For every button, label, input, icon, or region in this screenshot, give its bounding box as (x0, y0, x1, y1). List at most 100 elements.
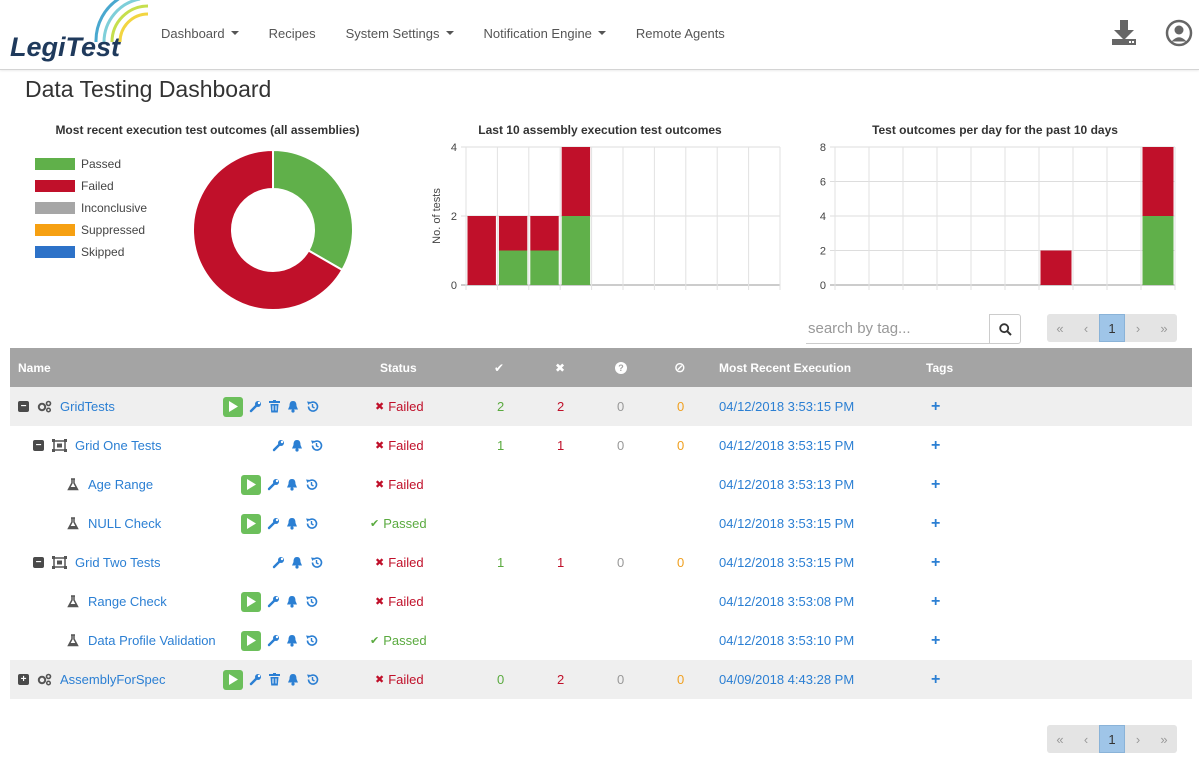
add-tag-icon[interactable]: + (931, 465, 940, 504)
collapse-icon[interactable]: − (18, 387, 29, 426)
bar-passed[interactable] (1142, 216, 1174, 285)
page-first[interactable]: « (1047, 725, 1073, 753)
history-icon[interactable] (305, 673, 319, 687)
page-prev[interactable]: ‹ (1073, 314, 1099, 342)
add-tag-icon[interactable]: + (931, 621, 940, 660)
bar-failed[interactable] (561, 147, 591, 216)
execution-date-link[interactable]: 04/12/2018 3:53:15 PM (719, 387, 854, 426)
execution-date-link[interactable]: 04/12/2018 3:53:15 PM (719, 426, 854, 465)
bar-failed[interactable] (1142, 147, 1174, 216)
page-next[interactable]: › (1125, 725, 1151, 753)
collapse-icon[interactable]: − (33, 426, 44, 465)
row-name-link[interactable]: Data Profile Validation (88, 621, 216, 660)
col-name[interactable]: Name (18, 348, 51, 387)
legend-item[interactable]: Skipped (35, 241, 147, 263)
download-icon[interactable] (1110, 18, 1138, 48)
col-failed-icon[interactable]: ✖ (555, 348, 565, 387)
execution-date-link[interactable]: 04/12/2018 3:53:15 PM (719, 504, 854, 543)
row-name-link[interactable]: Grid Two Tests (75, 543, 161, 582)
search-button[interactable] (989, 314, 1021, 344)
col-tags[interactable]: Tags (926, 348, 953, 387)
history-icon[interactable] (304, 634, 318, 648)
row-name-link[interactable]: Age Range (88, 465, 153, 504)
wrench-icon[interactable] (266, 634, 280, 648)
bell-icon[interactable] (286, 673, 300, 687)
add-tag-icon[interactable]: + (931, 660, 940, 699)
page-first[interactable]: « (1047, 314, 1073, 342)
add-tag-icon[interactable]: + (931, 582, 940, 621)
run-button[interactable] (241, 513, 261, 534)
bell-icon[interactable] (285, 634, 299, 648)
col-passed-icon[interactable]: ✔ (494, 348, 504, 387)
col-suppressed-icon[interactable]: ⊘ (674, 348, 686, 387)
legend-item[interactable]: Passed (35, 153, 147, 175)
history-icon[interactable] (304, 595, 318, 609)
wrench-icon[interactable] (271, 439, 285, 453)
col-inconclusive-icon[interactable]: ? (615, 348, 627, 387)
bar-failed[interactable] (530, 216, 559, 251)
history-icon[interactable] (309, 556, 323, 570)
execution-date-link[interactable]: 04/12/2018 3:53:15 PM (719, 543, 854, 582)
execution-date-link[interactable]: 04/12/2018 3:53:10 PM (719, 621, 854, 660)
wrench-icon[interactable] (248, 400, 262, 414)
bar-failed[interactable] (498, 216, 528, 251)
row-name-link[interactable]: Range Check (88, 582, 167, 621)
bar-failed[interactable] (1040, 250, 1072, 286)
run-button[interactable] (223, 669, 243, 690)
bell-icon[interactable] (285, 517, 299, 531)
execution-date-link[interactable]: 04/09/2018 4:43:28 PM (719, 660, 854, 699)
nav-item-recipes[interactable]: Recipes (254, 0, 331, 66)
legend-item[interactable]: Failed (35, 175, 147, 197)
bell-icon[interactable] (290, 556, 304, 570)
page-next[interactable]: › (1125, 314, 1151, 342)
page-prev[interactable]: ‹ (1073, 725, 1099, 753)
bar-failed[interactable] (467, 216, 496, 285)
page-current[interactable]: 1 (1099, 314, 1125, 342)
wrench-icon[interactable] (271, 556, 285, 570)
table-row[interactable]: NULL Check ✔ Passed 04/12/2018 3:53:15 PM + (10, 504, 1192, 543)
user-icon[interactable] (1165, 18, 1193, 48)
run-button[interactable] (241, 591, 261, 612)
page-current[interactable]: 1 (1099, 725, 1125, 753)
trash-icon[interactable] (267, 673, 281, 687)
row-name-link[interactable]: AssemblyForSpec (60, 660, 165, 699)
table-row[interactable]: Range Check ✖ Failed 04/12/2018 3:53:08 PM + (10, 582, 1192, 621)
wrench-icon[interactable] (248, 673, 262, 687)
history-icon[interactable] (304, 478, 318, 492)
run-button[interactable] (241, 474, 261, 495)
bell-icon[interactable] (290, 439, 304, 453)
wrench-icon[interactable] (266, 595, 280, 609)
history-icon[interactable] (305, 400, 319, 414)
trash-icon[interactable] (267, 400, 281, 414)
execution-date-link[interactable]: 04/12/2018 3:53:13 PM (719, 465, 854, 504)
legend-item[interactable]: Inconclusive (35, 197, 147, 219)
collapse-icon[interactable]: − (33, 543, 44, 582)
nav-item-remote-agents[interactable]: Remote Agents (621, 0, 740, 66)
bar-passed[interactable] (561, 216, 591, 285)
table-row[interactable]: − Grid One Tests ✖ Failed 1 1 0 0 04/12/2018 3:5… (10, 426, 1192, 465)
add-tag-icon[interactable]: + (931, 426, 940, 465)
page-last[interactable]: » (1151, 725, 1177, 753)
col-status[interactable]: Status (380, 348, 417, 387)
row-name-link[interactable]: GridTests (60, 387, 115, 426)
run-button[interactable] (223, 396, 243, 417)
table-row[interactable]: − GridTests ✖ Failed 2 2 0 0 04/12/2018 3:53:15 … (10, 387, 1192, 426)
history-icon[interactable] (304, 517, 318, 531)
col-most-recent[interactable]: Most Recent Execution (719, 348, 851, 387)
table-row[interactable]: + AssemblyForSpec ✖ Failed 0 2 0 0 04/09/2018 4:… (10, 660, 1192, 699)
legitest-logo[interactable]: LegiTest (8, 0, 153, 66)
add-tag-icon[interactable]: + (931, 504, 940, 543)
execution-date-link[interactable]: 04/12/2018 3:53:08 PM (719, 582, 854, 621)
nav-item-dashboard[interactable]: Dashboard (146, 0, 254, 66)
page-last[interactable]: » (1151, 314, 1177, 342)
nav-item-notification-engine[interactable]: Notification Engine (469, 0, 621, 66)
wrench-icon[interactable] (266, 517, 280, 531)
bar-passed[interactable] (530, 250, 559, 286)
bar-passed[interactable] (498, 250, 528, 286)
search-input[interactable] (806, 314, 990, 344)
history-icon[interactable] (309, 439, 323, 453)
bell-icon[interactable] (285, 478, 299, 492)
legend-item[interactable]: Suppressed (35, 219, 147, 241)
nav-item-system-settings[interactable]: System Settings (331, 0, 469, 66)
bell-icon[interactable] (286, 400, 300, 414)
